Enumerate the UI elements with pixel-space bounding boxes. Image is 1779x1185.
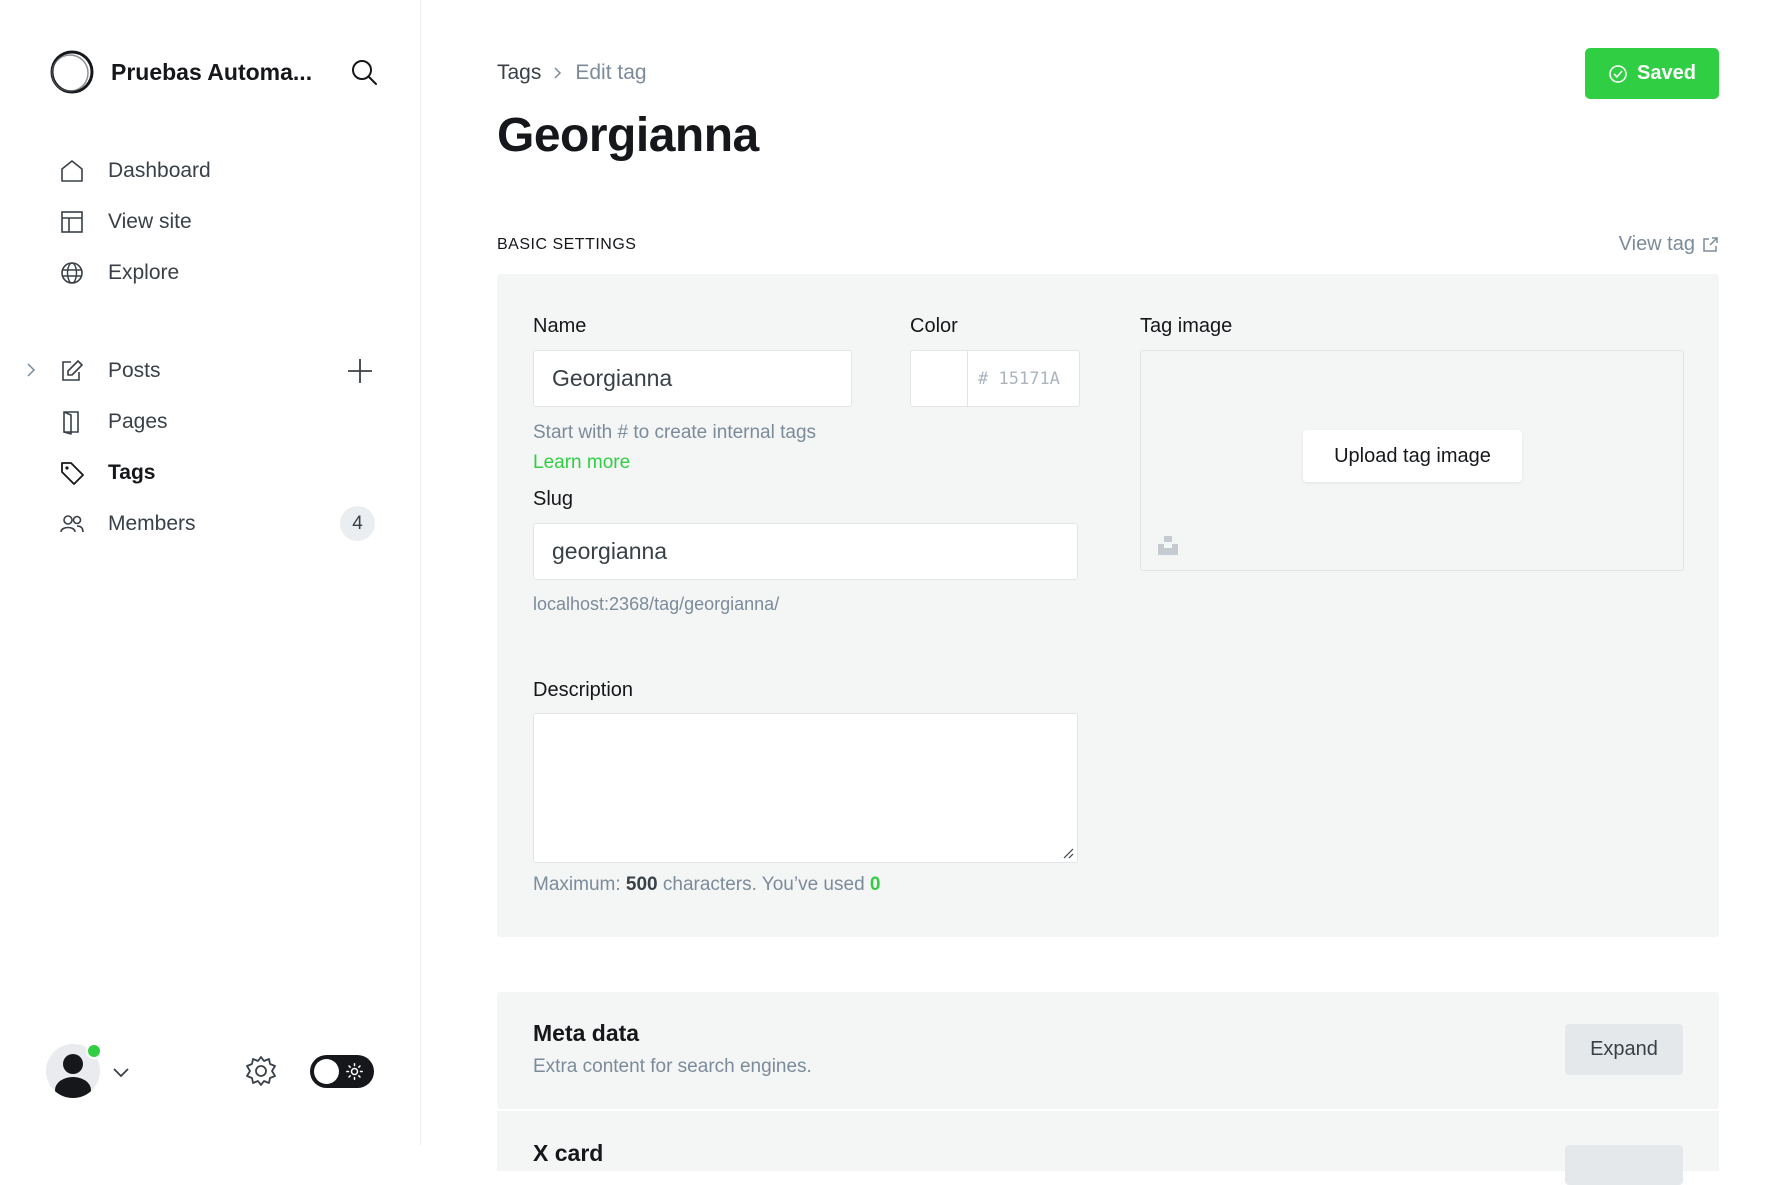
sun-icon bbox=[346, 1063, 363, 1080]
layout-icon bbox=[58, 208, 86, 236]
edit-icon bbox=[58, 357, 86, 385]
char-max: 500 bbox=[625, 874, 658, 895]
nav-item-label: Tags bbox=[108, 460, 156, 484]
nav-item-label: Pages bbox=[108, 409, 168, 433]
breadcrumb: Tags Edit tag bbox=[497, 61, 647, 85]
breadcrumb-tags-link[interactable]: Tags bbox=[497, 61, 541, 85]
home-icon bbox=[58, 157, 86, 185]
tag-icon bbox=[58, 459, 86, 487]
tag-image-dropzone[interactable]: Upload tag image bbox=[1140, 350, 1684, 571]
pages-icon bbox=[58, 408, 86, 436]
search-icon[interactable] bbox=[349, 57, 379, 87]
new-post-plus-icon[interactable] bbox=[344, 355, 376, 387]
nav-item-pages[interactable]: Pages bbox=[0, 396, 421, 447]
upload-tag-image-button[interactable]: Upload tag image bbox=[1303, 430, 1522, 482]
members-count-badge: 4 bbox=[340, 506, 375, 541]
slug-input[interactable]: georgianna bbox=[533, 523, 1078, 580]
color-hash-prefix: # bbox=[978, 368, 989, 389]
char-count-mid: characters. You’ve used bbox=[662, 874, 865, 895]
nav-item-members[interactable]: Members 4 bbox=[0, 498, 421, 549]
description-label: Description bbox=[533, 679, 634, 701]
slug-label: Slug bbox=[533, 488, 574, 510]
sidebar: Pruebas Automa... Dashboard View site Ex… bbox=[0, 0, 421, 1145]
nav-item-label: Explore bbox=[108, 260, 180, 284]
color-swatch[interactable] bbox=[910, 350, 967, 407]
x-card-title: X card bbox=[533, 1140, 604, 1166]
chevron-right-icon bbox=[554, 67, 562, 79]
nav-item-explore[interactable]: Explore bbox=[0, 247, 421, 298]
color-placeholder: 15171A bbox=[998, 368, 1060, 389]
breadcrumb-current: Edit tag bbox=[575, 61, 647, 84]
globe-icon bbox=[58, 259, 86, 287]
primary-nav: Dashboard View site Explore bbox=[0, 145, 421, 298]
meta-data-expand-button[interactable]: Expand bbox=[1565, 1024, 1683, 1075]
theme-toggle[interactable] bbox=[310, 1055, 374, 1088]
meta-data-panel: Meta data Extra content for search engin… bbox=[497, 992, 1719, 1109]
nav-item-label: Posts bbox=[108, 358, 161, 382]
meta-data-title: Meta data bbox=[533, 1020, 640, 1046]
description-textarea[interactable] bbox=[533, 713, 1078, 863]
character-count: Maximum: 500 characters. You’ve used 0 bbox=[533, 874, 881, 896]
color-hex-input[interactable]: # 15171A bbox=[967, 350, 1080, 407]
resize-grip-icon[interactable] bbox=[1062, 847, 1074, 859]
main-content: Tags Edit tag Georgianna Saved BASIC SET… bbox=[422, 0, 1779, 1185]
content-nav: Posts Pages Tags Members 4 bbox=[0, 345, 421, 549]
nav-item-dashboard[interactable]: Dashboard bbox=[0, 145, 421, 196]
members-icon bbox=[58, 510, 86, 538]
unsplash-icon[interactable] bbox=[1157, 534, 1179, 556]
view-tag-label: View tag bbox=[1618, 233, 1695, 255]
char-count-prefix: Maximum: bbox=[533, 874, 621, 895]
site-header: Pruebas Automa... bbox=[49, 48, 379, 96]
view-tag-link[interactable]: View tag bbox=[1619, 233, 1719, 256]
external-link-icon bbox=[1703, 237, 1718, 252]
x-card-panel: X card bbox=[497, 1111, 1719, 1185]
save-button[interactable]: Saved bbox=[1585, 48, 1719, 99]
section-title: BASIC SETTINGS bbox=[497, 236, 637, 253]
nav-item-tags[interactable]: Tags bbox=[0, 447, 421, 498]
chevron-right-icon[interactable] bbox=[22, 361, 40, 379]
color-label: Color bbox=[910, 315, 958, 337]
nav-item-label: Members bbox=[108, 511, 196, 535]
x-card-expand-button[interactable] bbox=[1565, 1145, 1683, 1185]
sidebar-footer bbox=[46, 1043, 376, 1100]
page-title: Georgianna bbox=[497, 109, 759, 162]
meta-data-description: Extra content for search engines. bbox=[533, 1056, 812, 1077]
save-button-label: Saved bbox=[1637, 62, 1696, 84]
toggle-knob bbox=[314, 1059, 339, 1084]
site-logo-icon[interactable] bbox=[49, 49, 95, 95]
chevron-down-icon[interactable] bbox=[111, 1062, 131, 1082]
nav-item-view-site[interactable]: View site bbox=[0, 196, 421, 247]
nav-item-label: View site bbox=[108, 209, 192, 233]
name-input[interactable]: Georgianna bbox=[533, 350, 852, 407]
site-title[interactable]: Pruebas Automa... bbox=[111, 59, 311, 86]
basic-settings-panel: Name Georgianna Start with # to create i… bbox=[497, 274, 1719, 937]
nav-item-label: Dashboard bbox=[108, 158, 211, 182]
name-label: Name bbox=[533, 315, 587, 337]
gear-icon[interactable] bbox=[244, 1054, 278, 1088]
check-circle-icon bbox=[1609, 64, 1627, 83]
name-hint: Start with # to create internal tags bbox=[533, 422, 817, 443]
learn-more-link[interactable]: Learn more bbox=[533, 452, 630, 474]
char-used: 0 bbox=[869, 874, 881, 895]
nav-item-posts[interactable]: Posts bbox=[0, 345, 421, 396]
tag-image-label: Tag image bbox=[1140, 315, 1233, 337]
slug-url-preview: localhost:2368/tag/georgianna/ bbox=[533, 594, 780, 614]
online-status-dot bbox=[86, 1043, 102, 1059]
